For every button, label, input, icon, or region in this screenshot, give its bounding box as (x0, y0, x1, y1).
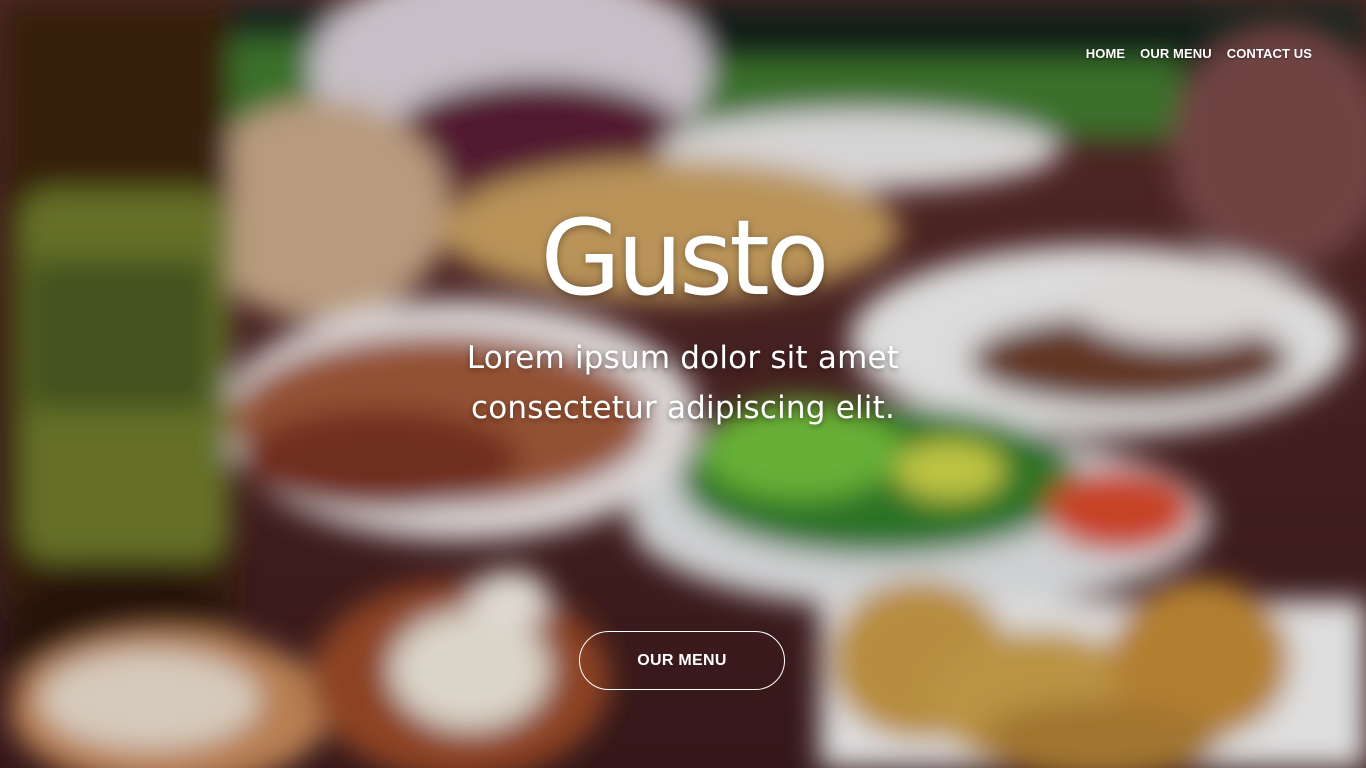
nav-contact-us-link[interactable]: CONTACT US (1227, 46, 1312, 61)
nav-our-menu-link[interactable]: OUR MENU (1140, 46, 1212, 61)
hero-section: HOME OUR MENU CONTACT US Gusto Lorem ips… (0, 0, 1366, 768)
hero-subtitle-line-1: Lorem ipsum dolor sit amet (466, 340, 900, 376)
hero-subtitle-line-2: consectetur adipiscing elit. (470, 390, 896, 426)
hero-title: Gusto (540, 197, 829, 319)
our-menu-button[interactable]: OUR MENU (579, 631, 785, 690)
top-nav: HOME OUR MENU CONTACT US (1086, 46, 1312, 61)
hero-subtitle: Lorem ipsum dolor sit amet consectetur a… (383, 333, 983, 433)
nav-home-link[interactable]: HOME (1086, 46, 1125, 61)
